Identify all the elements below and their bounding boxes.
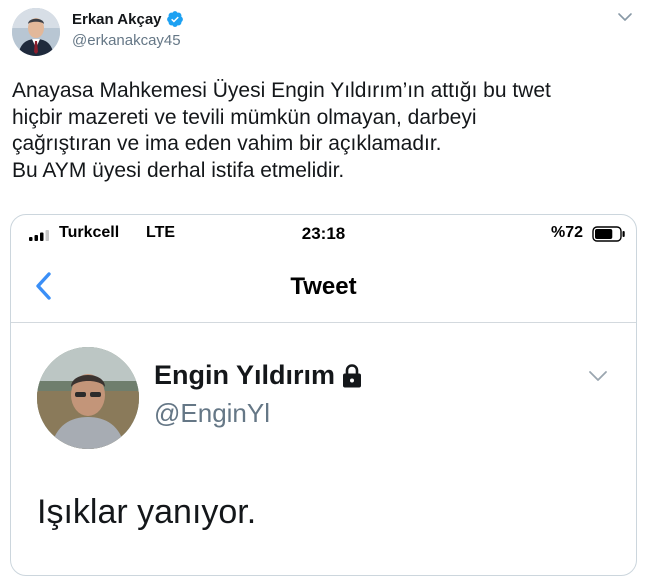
tweet-text: Anayasa Mahkemesi Üyesi Engin Yıldırım’ı…: [12, 78, 642, 184]
screen-title: Tweet: [290, 273, 357, 300]
author-handle[interactable]: @erkanakcay45: [72, 32, 181, 49]
phone-status-bar: Turkcell LTE 23:18 %72: [11, 215, 636, 251]
chevron-down-icon[interactable]: [587, 369, 609, 383]
verified-badge-icon: [166, 11, 183, 27]
tweet-text-line: çağrıştıran ve ima eden vahim bir açıkla…: [12, 132, 442, 155]
embedded-author-name-text[interactable]: Engin Yıldırım: [154, 360, 335, 391]
author-name-text[interactable]: Erkan Akçay: [72, 11, 162, 28]
embedded-avatar-photo: [37, 347, 139, 449]
battery-icon: [592, 226, 625, 242]
embedded-author-handle[interactable]: @EnginYl: [154, 398, 270, 429]
embedded-avatar[interactable]: [37, 347, 139, 449]
attached-screenshot[interactable]: Turkcell LTE 23:18 %72 Tweet Engin Yıldı…: [10, 214, 637, 576]
divider: [11, 322, 636, 323]
author-avatar[interactable]: [12, 8, 60, 56]
tweet-text-line: hiçbir mazereti ve tevili mümkün olmayan…: [12, 105, 477, 129]
author-avatar-photo: [12, 8, 60, 56]
status-time: 23:18: [301, 224, 346, 243]
embedded-tweet-text: Işıklar yanıyor.: [37, 493, 257, 531]
embedded-author-name[interactable]: Engin Yıldırım: [154, 360, 363, 391]
tweet-text-line: Bu AYM üyesi derhal istifa etmelidir.: [12, 158, 345, 182]
tweet-text-line: Anayasa Mahkemesi Üyesi Engin Yıldırım’ı…: [12, 79, 551, 102]
chevron-down-icon[interactable]: [615, 10, 635, 24]
author-name[interactable]: Erkan Akçay: [72, 10, 184, 28]
lock-icon: [343, 363, 362, 387]
battery-percent: %72: [551, 224, 584, 241]
